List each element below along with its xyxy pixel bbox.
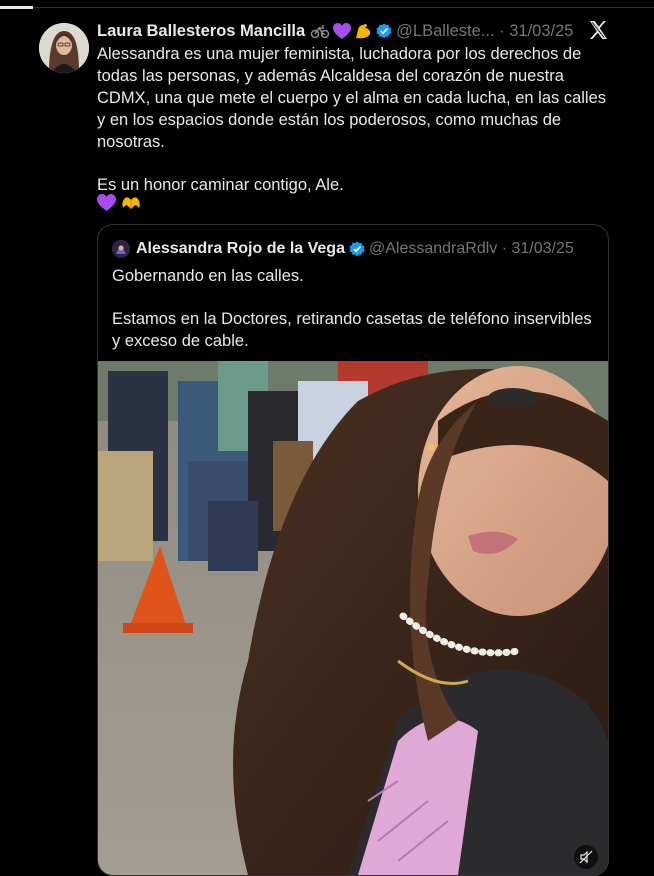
quoted-author-avatar[interactable] xyxy=(112,240,130,258)
mute-icon[interactable] xyxy=(574,845,598,869)
video-frame xyxy=(98,361,608,875)
top-divider xyxy=(0,7,654,8)
verified-badge-icon xyxy=(349,241,365,257)
x-logo-icon[interactable] xyxy=(586,18,610,42)
quoted-tweet-card[interactable]: Alessandra Rojo de la Vega @AlessandraRd… xyxy=(97,224,609,876)
quoted-tweet-body: Gobernando en las calles. Estamos en la … xyxy=(112,265,597,352)
tweet-paragraph: Es un honor caminar contigo, Ale. xyxy=(97,176,344,194)
purple-heart-icon xyxy=(97,194,116,211)
quoted-paragraph: Gobernando en las calles. xyxy=(112,267,304,285)
tweet-body: Alessandra es una mujer feminista, lucha… xyxy=(97,43,617,196)
author-avatar[interactable] xyxy=(39,23,89,73)
name-emojis xyxy=(310,22,372,40)
purple-heart-icon xyxy=(333,22,352,39)
quoted-handle-date[interactable]: @AlessandraRdlv · 31/03/25 xyxy=(369,240,574,258)
verified-badge-icon xyxy=(376,23,392,39)
quoted-video[interactable] xyxy=(98,361,608,875)
tweet-emojis xyxy=(97,194,142,212)
heart-hands-icon xyxy=(122,197,140,209)
quoted-author-name[interactable]: Alessandra Rojo de la Vega xyxy=(136,240,345,258)
bicycle-icon xyxy=(310,25,330,39)
tweet-header: Laura Ballesteros Mancilla @LBalleste...… xyxy=(97,19,573,43)
flexed-biceps-icon xyxy=(356,24,371,39)
quoted-paragraph: Estamos en la Doctores, retirando caseta… xyxy=(112,310,592,350)
quoted-tweet-header: Alessandra Rojo de la Vega @AlessandraRd… xyxy=(112,238,574,260)
author-name[interactable]: Laura Ballesteros Mancilla xyxy=(97,22,305,41)
tweet-paragraph: Alessandra es una mujer feminista, lucha… xyxy=(97,45,607,151)
active-tab-indicator xyxy=(0,6,33,9)
author-handle-date[interactable]: @LBalleste... · 31/03/25 xyxy=(396,22,573,41)
